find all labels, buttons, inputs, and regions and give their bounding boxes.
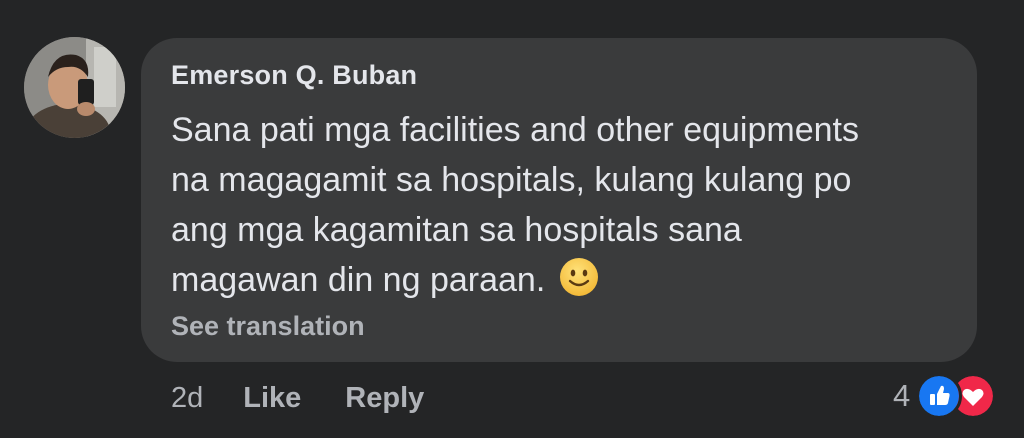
comment-author-name[interactable]: Emerson Q. Buban — [171, 60, 417, 91]
like-button[interactable]: Like — [243, 382, 301, 415]
reaction-count: 4 — [893, 378, 911, 413]
see-translation-link[interactable]: See translation — [171, 311, 365, 342]
comment-text: Sana pati mga facilities and other equip… — [171, 105, 961, 305]
comment-timestamp[interactable]: 2d — [171, 382, 203, 415]
comment-thread: Emerson Q. Buban Sana pati mga facilitie… — [0, 0, 1024, 438]
slightly-smiling-face-icon — [560, 258, 599, 296]
reactions-summary[interactable]: 4 — [893, 373, 997, 419]
comment-bubble: Emerson Q. Buban Sana pati mga facilitie… — [141, 38, 977, 362]
comment-text-line-last: magawan din ng paraan. — [171, 255, 961, 305]
comment-text-line-content: magawan din ng paraan. — [171, 261, 546, 299]
avatar[interactable] — [24, 37, 125, 138]
comment-text-line: ang mga kagamitan sa hospitals sana — [171, 211, 742, 249]
reply-button[interactable]: Reply — [345, 382, 424, 415]
comment-text-line: na magagamit sa hospitals, kulang kulang… — [171, 161, 852, 199]
like-reaction-icon — [916, 373, 963, 419]
comment-actions: 2d Like Reply — [171, 378, 424, 418]
comment-text-line: Sana pati mga facilities and other equip… — [171, 111, 859, 149]
